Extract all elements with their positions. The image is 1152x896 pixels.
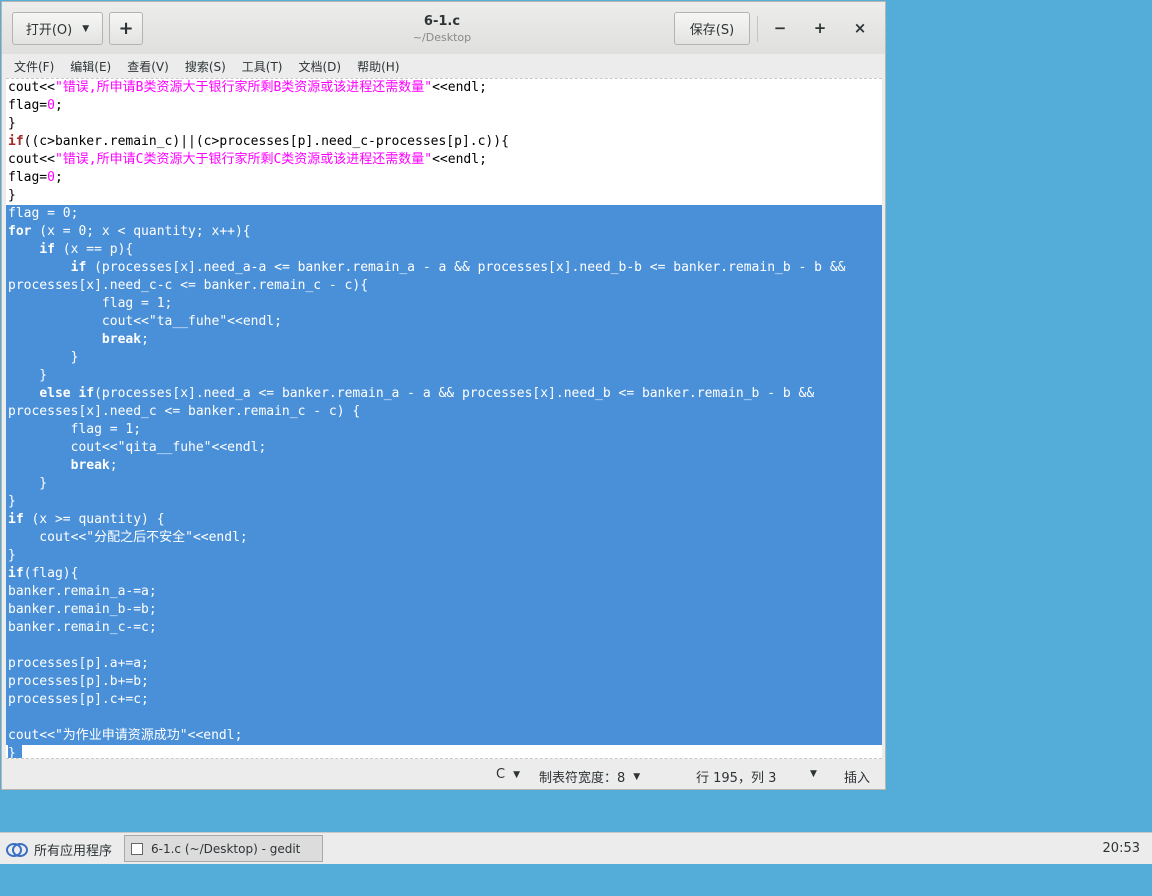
code-line[interactable]: flag = 1;: [6, 295, 882, 313]
code-line[interactable]: if (processes[x].need_a-a <= banker.rema…: [6, 259, 882, 277]
maximize-button[interactable]: +: [808, 16, 832, 40]
language-selector[interactable]: C ▼: [496, 767, 520, 782]
chevron-down-icon: ▼: [513, 769, 520, 780]
code-line[interactable]: processes[p].c+=c;: [6, 691, 882, 709]
code-line[interactable]: for (x = 0; x < quantity; x++){: [6, 223, 882, 241]
code-line[interactable]: processes[p].a+=a;: [6, 655, 882, 673]
menu-edit[interactable]: 编辑(E): [62, 58, 119, 75]
code-line[interactable]: if (x == p){: [6, 241, 882, 259]
window-subtitle: ~/Desktop: [412, 31, 472, 44]
code-line[interactable]: }: [6, 187, 882, 205]
code-line[interactable]: }: [6, 745, 882, 758]
code-line[interactable]: cout<<"错误,所申请C类资源大于银行家所剩C类资源或该进程还需数量"<<e…: [6, 151, 882, 169]
code-editor[interactable]: cout<<"错误,所申请B类资源大于银行家所剩B类资源或该进程还需数量"<<e…: [6, 78, 882, 759]
code-line[interactable]: banker.remain_c-=c;: [6, 619, 882, 637]
code-line[interactable]: cout<<"qita__fuhe"<<endl;: [6, 439, 882, 457]
code-line[interactable]: [6, 709, 882, 727]
gedit-window: 打开(O) ▼ + 6-1.c ~/Desktop 保存(S) − + × 文件…: [1, 1, 886, 790]
tab-width-selector[interactable]: 制表符宽度：8 ▼: [539, 767, 640, 786]
code-line[interactable]: }: [6, 115, 882, 133]
code-line[interactable]: flag=0;: [6, 169, 882, 187]
applications-menu[interactable]: 所有应用程序: [6, 840, 112, 859]
taskbar-item-gedit[interactable]: 6-1.c (~/Desktop) - gedit: [124, 835, 323, 862]
menu-file[interactable]: 文件(F): [6, 58, 62, 75]
code-line[interactable]: flag = 1;: [6, 421, 882, 439]
chevron-down-icon[interactable]: ▼: [810, 769, 817, 779]
title-block: 6-1.c ~/Desktop: [332, 14, 552, 44]
minimize-icon: −: [773, 19, 787, 37]
code-line[interactable]: cout<<"错误,所申请B类资源大于银行家所剩B类资源或该进程还需数量"<<e…: [6, 79, 882, 97]
code-line[interactable]: processes[x].need_c-c <= banker.remain_c…: [6, 277, 882, 295]
insert-mode: 插入: [844, 767, 870, 786]
code-line[interactable]: if(flag){: [6, 565, 882, 583]
selected-line-fragment: }: [8, 745, 22, 758]
clock[interactable]: 20:53: [1103, 841, 1140, 856]
save-button[interactable]: 保存(S): [674, 12, 750, 45]
language-label: C: [496, 767, 506, 782]
window-title: 6-1.c: [423, 14, 461, 29]
open-button-label: 打开(O): [25, 23, 73, 38]
menu-help[interactable]: 帮助(H): [349, 58, 407, 75]
menu-search[interactable]: 搜索(S): [177, 58, 234, 75]
close-button[interactable]: ×: [848, 16, 872, 40]
open-button[interactable]: 打开(O) ▼: [12, 12, 103, 45]
menu-documents[interactable]: 文档(D): [291, 58, 350, 75]
minimize-button[interactable]: −: [768, 16, 792, 40]
applications-icon: [6, 842, 28, 858]
taskbar: 所有应用程序 6-1.c (~/Desktop) - gedit 20:53: [0, 832, 1152, 864]
code-line[interactable]: flag=0;: [6, 97, 882, 115]
insert-mode-label: 插入: [844, 771, 871, 786]
code-line[interactable]: }: [6, 367, 882, 385]
header-bar: 打开(O) ▼ + 6-1.c ~/Desktop 保存(S) − + ×: [2, 2, 885, 55]
status-bar: C ▼ 制表符宽度：8 ▼ 行 195，列 3 ▼ 插入: [2, 762, 885, 788]
code-line[interactable]: if (x >= quantity) {: [6, 511, 882, 529]
cursor-position[interactable]: 行 195，列 3: [696, 767, 776, 786]
menu-tools[interactable]: 工具(T): [234, 58, 291, 75]
code-line[interactable]: break;: [6, 331, 882, 349]
code-line[interactable]: cout<<"ta__fuhe"<<endl;: [6, 313, 882, 331]
code-line[interactable]: break;: [6, 457, 882, 475]
code-line[interactable]: banker.remain_a-=a;: [6, 583, 882, 601]
header-separator: [757, 16, 758, 42]
text-editor-icon: [131, 842, 143, 855]
code-line[interactable]: flag = 0;: [6, 205, 882, 223]
menu-view[interactable]: 查看(V): [119, 58, 177, 75]
save-button-label: 保存(S): [689, 23, 735, 38]
close-icon: ×: [853, 19, 867, 37]
code-line[interactable]: cout<<"为作业申请资源成功"<<endl;: [6, 727, 882, 745]
new-tab-button[interactable]: +: [109, 12, 143, 45]
taskbar-item-label: 6-1.c (~/Desktop) - gedit: [151, 841, 301, 856]
code-line[interactable]: processes[x].need_c <= banker.remain_c -…: [6, 403, 882, 421]
code-line[interactable]: if((c>banker.remain_c)||(c>processes[p].…: [6, 133, 882, 151]
chevron-down-icon: ▼: [82, 23, 90, 34]
maximize-icon: +: [813, 19, 827, 37]
code-text[interactable]: cout<<"错误,所申请B类资源大于银行家所剩B类资源或该进程还需数量"<<e…: [6, 79, 882, 758]
code-line[interactable]: processes[p].b+=b;: [6, 673, 882, 691]
code-line[interactable]: }: [6, 493, 882, 511]
code-line[interactable]: else if(processes[x].need_a <= banker.re…: [6, 385, 882, 403]
code-line[interactable]: [6, 637, 882, 655]
chevron-down-icon: ▼: [633, 771, 641, 782]
code-line[interactable]: cout<<"分配之后不安全"<<endl;: [6, 529, 882, 547]
cursor-position-label: 行 195，列 3: [696, 771, 777, 786]
code-line[interactable]: }: [6, 475, 882, 493]
code-line[interactable]: banker.remain_b-=b;: [6, 601, 882, 619]
plus-icon: +: [118, 18, 134, 39]
code-line[interactable]: }: [6, 349, 882, 367]
applications-label: 所有应用程序: [34, 844, 113, 859]
menu-bar: 文件(F) 编辑(E) 查看(V) 搜索(S) 工具(T) 文档(D) 帮助(H…: [2, 54, 885, 78]
tab-width-label: 制表符宽度：8: [539, 771, 626, 786]
code-line[interactable]: }: [6, 547, 882, 565]
